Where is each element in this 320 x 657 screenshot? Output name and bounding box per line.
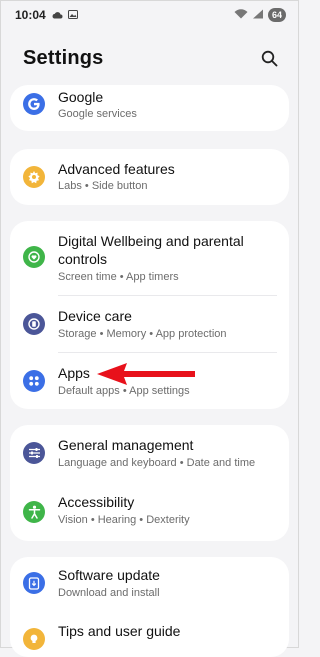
search-icon <box>261 50 277 67</box>
header: Settings <box>23 47 280 70</box>
status-bar: 10:04 64 <box>1 1 298 29</box>
annotation-arrow-icon <box>97 363 195 385</box>
item-subtitle: Default apps • App settings <box>58 385 190 397</box>
item-title: General management <box>58 437 194 453</box>
item-subtitle: Download and install <box>58 587 160 599</box>
cloud-icon <box>51 8 63 22</box>
sliders-icon <box>23 442 45 464</box>
status-time: 10:04 <box>15 8 46 22</box>
item-subtitle: Labs • Side button <box>58 180 148 192</box>
settings-item-software-update[interactable]: Software update Download and install <box>10 557 289 613</box>
item-subtitle: Google services <box>58 108 137 120</box>
item-subtitle: Screen time • App timers <box>58 271 179 283</box>
card-google: Google Google services <box>10 85 289 131</box>
battery-indicator: 64 <box>267 8 286 22</box>
gear-star-icon <box>23 166 45 188</box>
item-title: Digital Wellbeing and parental controls <box>58 233 244 267</box>
settings-item-general-management[interactable]: General management Language and keyboard… <box>10 425 289 482</box>
heart-icon <box>23 246 45 268</box>
update-icon <box>23 572 45 594</box>
item-subtitle: Storage • Memory • App protection <box>58 328 227 340</box>
card-update-tips: Software update Download and install Tip… <box>10 557 289 657</box>
gallery-icon <box>67 8 78 22</box>
item-title: Advanced features <box>58 161 175 177</box>
signal-icon <box>252 8 264 22</box>
bulb-icon <box>23 628 45 650</box>
settings-item-advanced-features[interactable]: Advanced features Labs • Side button <box>10 149 289 205</box>
wifi-icon <box>234 8 248 22</box>
item-title: Software update <box>58 567 160 583</box>
item-subtitle: Language and keyboard • Date and time <box>58 457 256 469</box>
item-subtitle: Vision • Hearing • Dexterity <box>58 514 190 526</box>
card-general-accessibility: General management Language and keyboard… <box>10 425 289 541</box>
item-title: Device care <box>58 308 132 324</box>
settings-item-google[interactable]: Google Google services <box>10 85 289 131</box>
item-title: Accessibility <box>58 494 135 510</box>
google-icon <box>23 93 45 115</box>
page-title: Settings <box>23 47 104 69</box>
settings-item-digital-wellbeing[interactable]: Digital Wellbeing and parental controls … <box>10 221 289 295</box>
search-button[interactable] <box>258 48 280 70</box>
accessibility-icon <box>23 501 45 523</box>
item-title: Google <box>58 89 104 105</box>
settings-item-accessibility[interactable]: Accessibility Vision • Hearing • Dexteri… <box>10 482 289 541</box>
settings-item-tips[interactable]: Tips and user guide <box>10 613 289 657</box>
card-advanced-features: Advanced features Labs • Side button <box>10 149 289 205</box>
apps-grid-icon <box>23 370 45 392</box>
settings-item-device-care[interactable]: Device care Storage • Memory • App prote… <box>10 296 289 352</box>
item-title: Tips and user guide <box>58 623 181 639</box>
device-care-icon <box>23 313 45 335</box>
